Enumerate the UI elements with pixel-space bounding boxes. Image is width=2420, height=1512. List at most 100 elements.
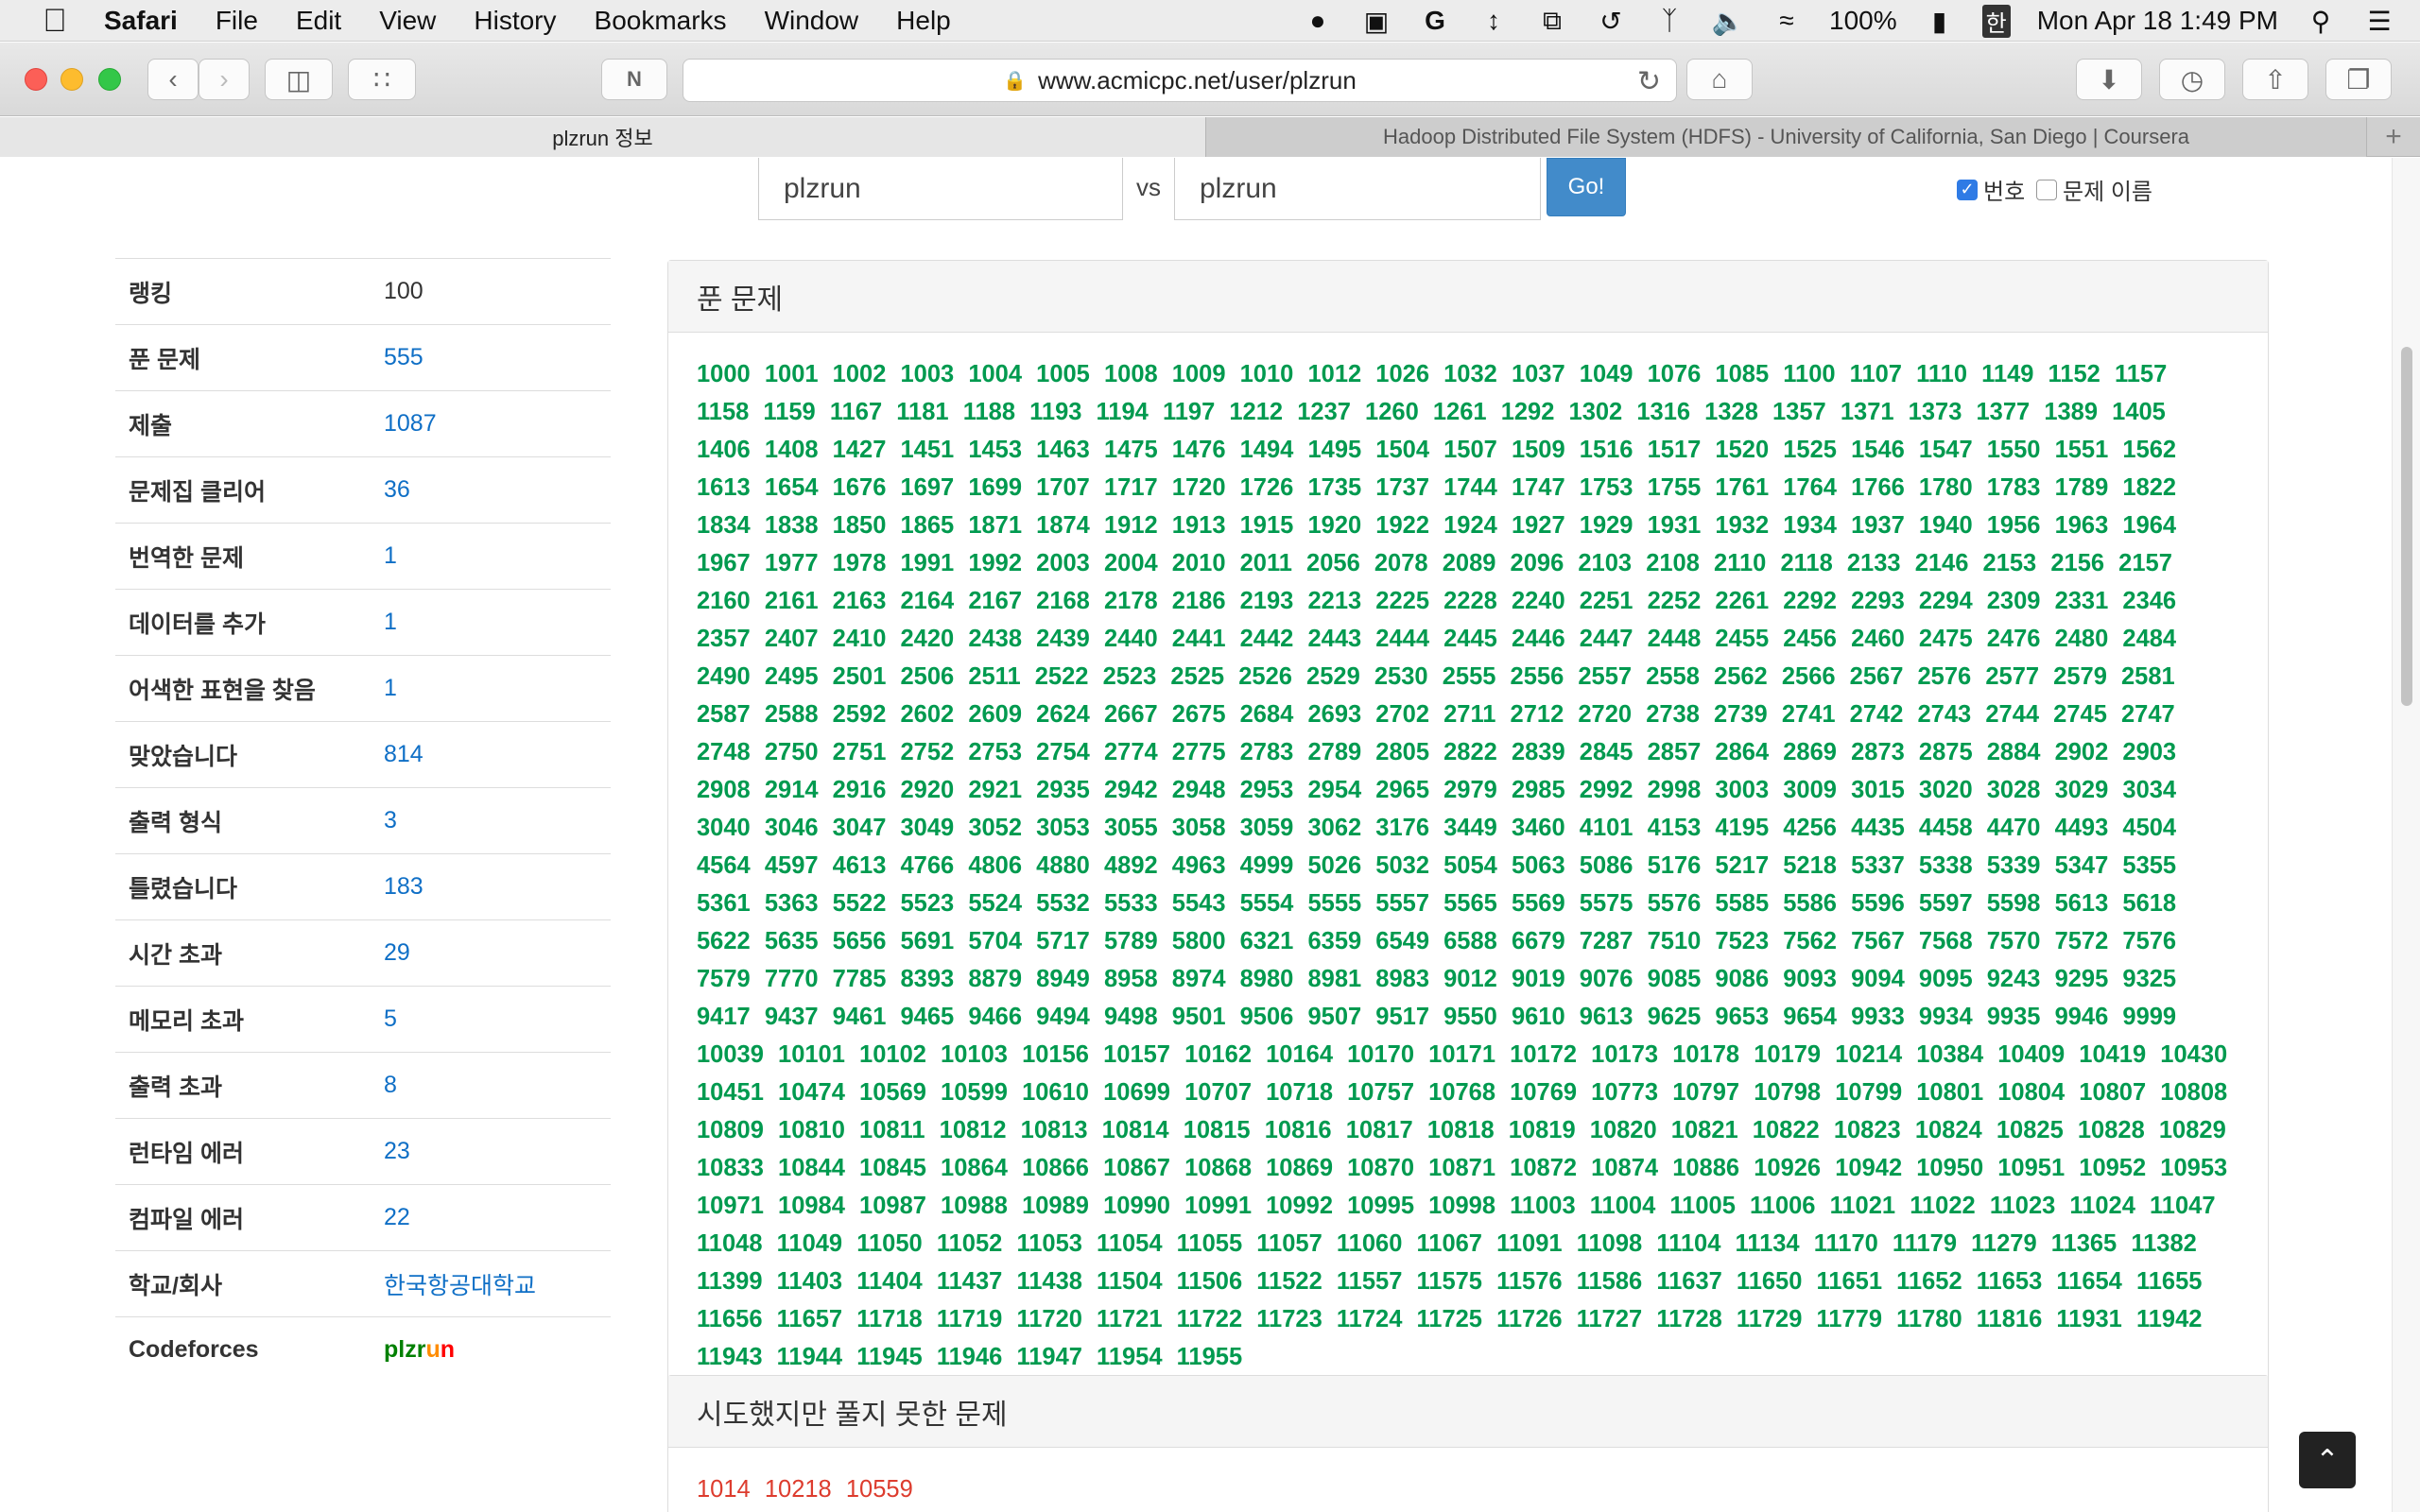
solved-problem-link[interactable]: 1012	[1307, 361, 1361, 387]
solved-problem-link[interactable]: 2420	[900, 626, 954, 652]
title-checkbox[interactable]	[2036, 179, 2057, 200]
solved-problem-link[interactable]: 2741	[1782, 701, 1836, 728]
solved-problem-link[interactable]: 11637	[1656, 1268, 1722, 1295]
solved-problem-link[interactable]: 9506	[1240, 1004, 1294, 1030]
solved-problem-link[interactable]: 2526	[1238, 663, 1292, 690]
solved-problem-link[interactable]: 1453	[968, 437, 1022, 463]
solved-problem-link[interactable]: 1261	[1433, 399, 1487, 425]
solved-problem-link[interactable]: 10409	[1997, 1041, 2065, 1068]
solved-problem-link[interactable]: 1000	[697, 361, 751, 387]
solved-problem-link[interactable]: 4999	[1240, 852, 1294, 879]
solved-problem-link[interactable]: 10868	[1184, 1155, 1252, 1181]
solved-problem-link[interactable]: 5557	[1375, 890, 1429, 917]
solved-problem-link[interactable]: 2186	[1172, 588, 1226, 614]
solved-problem-link[interactable]: 1915	[1240, 512, 1294, 539]
solved-problem-link[interactable]: 9094	[1851, 966, 1905, 992]
reload-icon[interactable]: ↻	[1637, 65, 1661, 98]
solved-problem-link[interactable]: 2693	[1307, 701, 1361, 728]
solved-problem-link[interactable]: 2078	[1374, 550, 1428, 576]
solved-problem-link[interactable]: 2992	[1580, 777, 1634, 803]
solved-problem-link[interactable]: 4806	[968, 852, 1022, 879]
solved-problem-link[interactable]: 2439	[1036, 626, 1090, 652]
solved-problem-link[interactable]: 11654	[2056, 1268, 2122, 1295]
solved-problem-link[interactable]: 2146	[1915, 550, 1969, 576]
solved-problem-link[interactable]: 2954	[1307, 777, 1361, 803]
solved-problem-link[interactable]: 9610	[1512, 1004, 1565, 1030]
solved-problem-link[interactable]: 11954	[1097, 1344, 1163, 1370]
solved-problem-link[interactable]: 1181	[896, 399, 948, 425]
solved-problem-link[interactable]: 10953	[2160, 1155, 2227, 1181]
solved-problem-link[interactable]: 1010	[1240, 361, 1294, 387]
solved-problem-link[interactable]: 11720	[1016, 1306, 1082, 1332]
menubar-clock[interactable]: Mon Apr 18 1:49 PM	[2037, 6, 2278, 36]
solved-problem-link[interactable]: 2004	[1104, 550, 1158, 576]
solved-problem-link[interactable]: 11437	[937, 1268, 1003, 1295]
solved-problem-link[interactable]: 11719	[937, 1306, 1003, 1332]
solved-problem-link[interactable]: 5576	[1648, 890, 1702, 917]
solved-problem-link[interactable]: 11722	[1177, 1306, 1243, 1332]
solved-problem-link[interactable]: 1676	[833, 474, 887, 501]
solved-problem-link[interactable]: 1005	[1036, 361, 1090, 387]
solved-problem-link[interactable]: 1149	[1981, 361, 2033, 387]
solved-problem-link[interactable]: 9095	[1919, 966, 1973, 992]
solved-problem-link[interactable]: 9934	[1919, 1004, 1973, 1030]
solved-problem-link[interactable]: 2294	[1919, 588, 1973, 614]
solved-problem-link[interactable]: 1865	[900, 512, 954, 539]
solved-problem-link[interactable]: 5363	[765, 890, 819, 917]
solved-problem-link[interactable]: 2003	[1036, 550, 1090, 576]
solved-problem-link[interactable]: 9466	[968, 1004, 1022, 1030]
solved-problem-link[interactable]: 3059	[1240, 815, 1294, 841]
home-button[interactable]: ⌂	[1686, 59, 1753, 100]
solved-problem-link[interactable]: 5596	[1851, 890, 1905, 917]
solved-problem-link[interactable]: 10951	[1997, 1155, 2065, 1181]
solved-problem-link[interactable]: 8974	[1172, 966, 1226, 992]
scrollbar-thumb[interactable]	[2401, 347, 2412, 706]
solved-problem-link[interactable]: 2884	[1987, 739, 2041, 765]
solved-problem-link[interactable]: 4564	[697, 852, 751, 879]
solved-problem-link[interactable]: 2153	[1983, 550, 2037, 576]
solved-problem-link[interactable]: 9243	[1987, 966, 2041, 992]
solved-problem-link[interactable]: 2577	[1985, 663, 2039, 690]
solved-problem-link[interactable]: 1726	[1240, 474, 1294, 501]
solved-problem-link[interactable]: 10821	[1671, 1117, 1738, 1143]
solved-problem-link[interactable]: 5575	[1580, 890, 1634, 917]
solved-problem-link[interactable]: 1931	[1648, 512, 1702, 539]
stat-value[interactable]: 23	[384, 1138, 410, 1165]
solved-problem-link[interactable]: 11816	[1977, 1306, 2043, 1332]
solved-problem-link[interactable]: 1753	[1580, 474, 1634, 501]
menu-history[interactable]: History	[474, 6, 556, 36]
solved-problem-link[interactable]: 10984	[778, 1193, 845, 1219]
solved-problem-link[interactable]: 1871	[968, 512, 1022, 539]
solved-problem-link[interactable]: 5522	[833, 890, 887, 917]
solved-problem-link[interactable]: 9946	[2055, 1004, 2109, 1030]
stat-value[interactable]: 5	[384, 1005, 397, 1033]
solved-problem-link[interactable]: 1110	[1916, 361, 1967, 387]
solved-problem-link[interactable]: 2331	[2055, 588, 2109, 614]
solved-problem-link[interactable]: 1613	[697, 474, 751, 501]
solved-problem-link[interactable]: 4195	[1715, 815, 1769, 841]
solved-problem-link[interactable]: 2251	[1580, 588, 1634, 614]
solved-problem-link[interactable]: 1937	[1851, 512, 1905, 539]
solved-problem-link[interactable]: 1964	[2122, 512, 2176, 539]
solved-problem-link[interactable]: 2965	[1375, 777, 1429, 803]
stat-value[interactable]: 1	[384, 609, 397, 636]
solved-problem-link[interactable]: 9999	[2122, 1004, 2176, 1030]
solved-problem-link[interactable]: 1373	[1909, 399, 1962, 425]
solved-problem-link[interactable]: 4597	[765, 852, 819, 879]
solved-problem-link[interactable]: 1913	[1172, 512, 1226, 539]
solved-problem-link[interactable]: 1076	[1648, 361, 1702, 387]
solved-problem-link[interactable]: 5524	[968, 890, 1022, 917]
solved-problem-link[interactable]: 11055	[1177, 1230, 1243, 1257]
solved-problem-link[interactable]: 2410	[833, 626, 887, 652]
solved-problem-link[interactable]: 2357	[697, 626, 751, 652]
solved-problem-link[interactable]: 2133	[1847, 550, 1901, 576]
solved-problem-link[interactable]: 9086	[1715, 966, 1769, 992]
notification-center-icon[interactable]: ☰	[2363, 7, 2395, 36]
solved-problem-link[interactable]: 5691	[900, 928, 954, 954]
solved-problem-link[interactable]: 2476	[1987, 626, 2041, 652]
solved-problem-link[interactable]: 11365	[2051, 1230, 2118, 1257]
solved-problem-link[interactable]: 2739	[1714, 701, 1768, 728]
option-title[interactable]: 문제 이름	[2036, 173, 2152, 206]
solved-problem-link[interactable]: 10829	[2159, 1117, 2226, 1143]
solved-problem-link[interactable]: 4766	[900, 852, 954, 879]
